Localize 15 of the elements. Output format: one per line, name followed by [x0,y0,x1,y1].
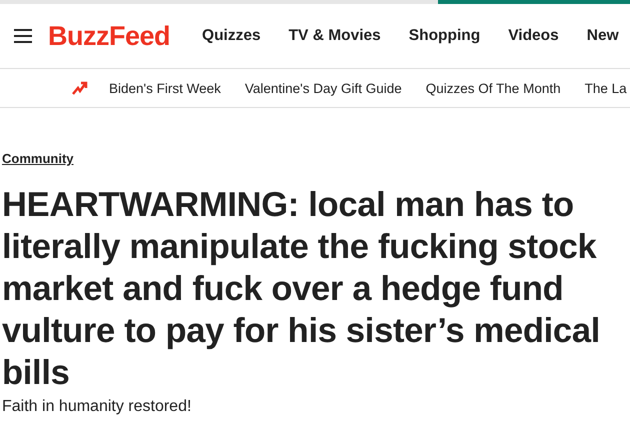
trending-link[interactable]: Valentine's Day Gift Guide [244,80,402,96]
menu-icon[interactable] [14,29,32,43]
category-link[interactable]: Community [2,151,74,166]
nav-link[interactable]: Quizzes [202,27,261,45]
nav-link[interactable]: Shopping [408,27,480,45]
headline: HEARTWARMING: local man has to literally manipulate the fucking stock market and fuck over a hedge fund vulture to pay for his sister’s medical bills [2,185,601,394]
trending-icon [72,81,88,95]
trending-link[interactable]: The La [584,80,627,96]
nav-link[interactable]: Videos [508,27,559,45]
trending-link[interactable]: Biden's First Week [109,80,221,96]
logo[interactable]: BuzzFeed [48,20,170,52]
nav-link[interactable]: New [586,27,619,45]
subtitle: Faith in humanity restored! [2,398,192,416]
nav-link[interactable]: TV & Movies [288,27,381,45]
trending-link[interactable]: Quizzes Of The Month [426,80,561,96]
